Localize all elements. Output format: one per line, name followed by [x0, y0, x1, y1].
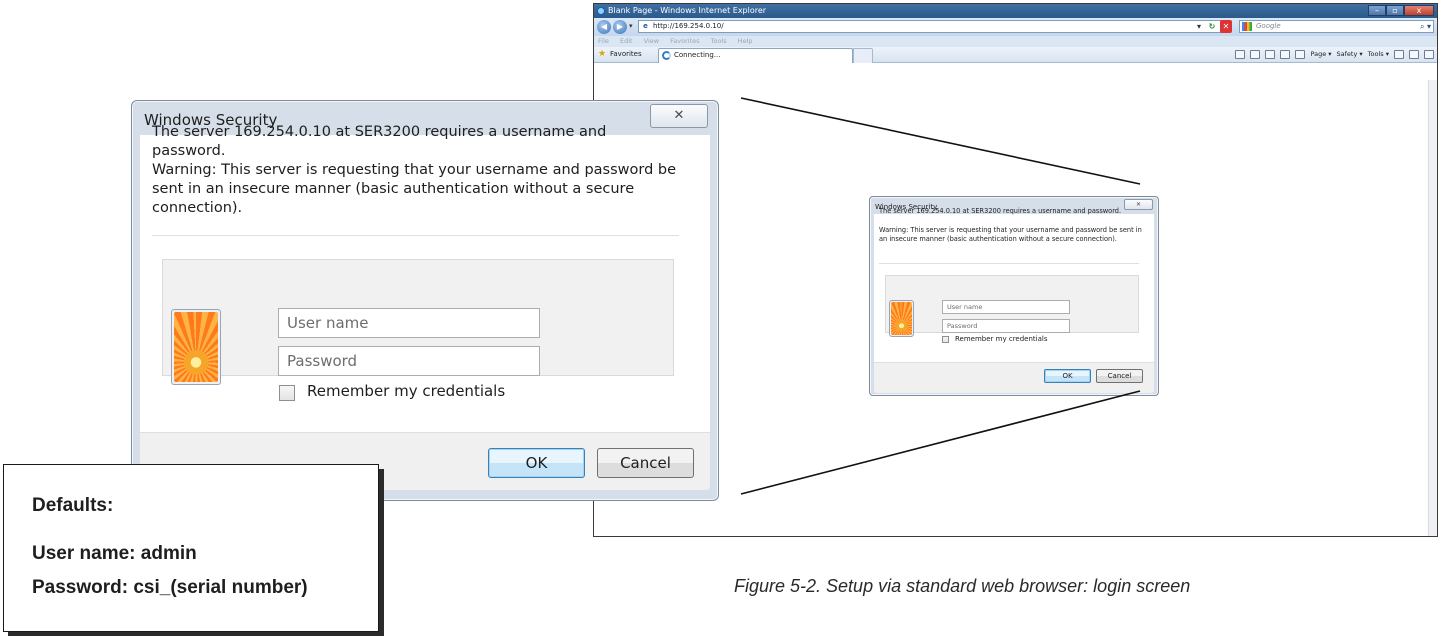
ie-logo-icon: [597, 7, 605, 15]
new-tab-button[interactable]: [853, 48, 873, 63]
search-icon[interactable]: ⌕ ▾: [1420, 21, 1431, 32]
favorites-star-icon[interactable]: ★: [598, 49, 606, 60]
menu-help[interactable]: Help: [738, 37, 753, 45]
figure-caption: Figure 5-2. Setup via standard web brows…: [734, 576, 1191, 596]
menu-edit[interactable]: Edit: [620, 37, 633, 45]
mail-icon[interactable]: [1280, 50, 1291, 59]
remember-label: Remember my credentials: [307, 382, 506, 400]
maximize-button[interactable]: ▫: [1386, 5, 1404, 16]
history-dropdown-icon[interactable]: ▾: [629, 22, 633, 30]
dialog-message: The server 169.254.0.10 at SER3200 requi…: [152, 124, 607, 159]
search-input[interactable]: Google ⌕ ▾: [1239, 20, 1434, 33]
dialog-warning: Warning: This server is requesting that …: [152, 162, 677, 216]
help-icon[interactable]: [1394, 50, 1404, 59]
address-bar[interactable]: e http://169.254.0.10/: [638, 20, 1230, 33]
google-icon: [1242, 22, 1252, 31]
security-dialog-small: Windows Security ✕ The server 169.254.0.…: [869, 196, 1159, 396]
dialog-separator: [879, 263, 1139, 264]
page-menu[interactable]: Page ▾: [1310, 49, 1331, 60]
loading-icon: [662, 51, 671, 60]
default-password: Password: csi_(serial number): [32, 577, 308, 598]
security-dialog-large: Windows Security ✕ The server 169.254.0.…: [131, 100, 719, 501]
dialog-separator: [152, 235, 679, 236]
page-icon: e: [643, 22, 648, 30]
dialog-message: The server 169.254.0.10 at SER3200 requi…: [879, 207, 1122, 215]
ok-button[interactable]: OK: [488, 448, 585, 478]
username-field[interactable]: User name: [942, 300, 1070, 314]
user-avatar-icon: [171, 309, 221, 385]
defaults-title: Defaults:: [32, 495, 114, 516]
cancel-button[interactable]: Cancel: [1096, 369, 1143, 383]
tab-connecting[interactable]: Connecting...: [658, 48, 853, 63]
menu-favorites[interactable]: Favorites: [670, 37, 699, 45]
address-toolbar: ◀ ▶ ▾ e http://169.254.0.10/ ▾ ↻ ✕ Googl…: [594, 18, 1437, 36]
remember-checkbox[interactable]: [279, 385, 295, 401]
username-field[interactable]: User name: [278, 308, 540, 338]
close-window-button[interactable]: x: [1404, 5, 1434, 16]
password-field[interactable]: Password: [942, 319, 1070, 333]
window-controls: – ▫ x: [1368, 5, 1434, 16]
stop-icon[interactable]: ✕: [1220, 20, 1232, 33]
remember-label: Remember my credentials: [955, 335, 1048, 343]
password-field[interactable]: Password: [278, 346, 540, 376]
menu-view[interactable]: View: [644, 37, 659, 45]
command-bar: Page ▾ Safety ▾ Tools ▾: [1235, 49, 1434, 60]
tools-menu[interactable]: Tools ▾: [1368, 49, 1389, 60]
search-placeholder: Google: [1256, 22, 1281, 30]
window-title: Blank Page - Windows Internet Explorer: [608, 6, 767, 15]
back-button[interactable]: ◀: [597, 20, 611, 34]
user-avatar-icon: [889, 300, 914, 337]
address-text: http://169.254.0.10/: [653, 22, 724, 30]
browser-titlebar: Blank Page - Windows Internet Explorer –…: [594, 4, 1437, 18]
home-icon[interactable]: [1235, 50, 1246, 59]
address-dropdown-icon[interactable]: ▾: [1194, 20, 1204, 33]
forward-button[interactable]: ▶: [613, 20, 627, 34]
refresh-icon[interactable]: ↻: [1206, 20, 1218, 33]
remember-checkbox[interactable]: [942, 336, 949, 343]
vertical-scrollbar[interactable]: [1428, 80, 1437, 536]
minimize-button[interactable]: –: [1368, 5, 1386, 16]
tab-title: Connecting...: [674, 51, 721, 59]
defaults-callout: Defaults: User name: admin Password: csi…: [3, 464, 379, 632]
dialog-warning: Warning: This server is requesting that …: [879, 226, 1142, 243]
safety-menu[interactable]: Safety ▾: [1337, 49, 1363, 60]
menu-tools[interactable]: Tools: [711, 37, 727, 45]
feeds-icon[interactable]: [1250, 50, 1261, 59]
menu-file[interactable]: File: [598, 37, 609, 45]
default-username: User name: admin: [32, 543, 197, 564]
ok-button[interactable]: OK: [1044, 369, 1091, 383]
print-icon[interactable]: [1265, 50, 1276, 59]
research-icon[interactable]: [1295, 50, 1306, 59]
page-view-icon[interactable]: [1424, 50, 1434, 59]
research-pane-icon[interactable]: [1409, 50, 1419, 59]
menu-bar: File Edit View Favorites Tools Help: [594, 36, 1437, 47]
favorites-bar: ★ Favorites Connecting... Page ▾ Safety …: [594, 47, 1437, 63]
cancel-button[interactable]: Cancel: [597, 448, 694, 478]
favorites-button[interactable]: Favorites: [610, 50, 642, 59]
